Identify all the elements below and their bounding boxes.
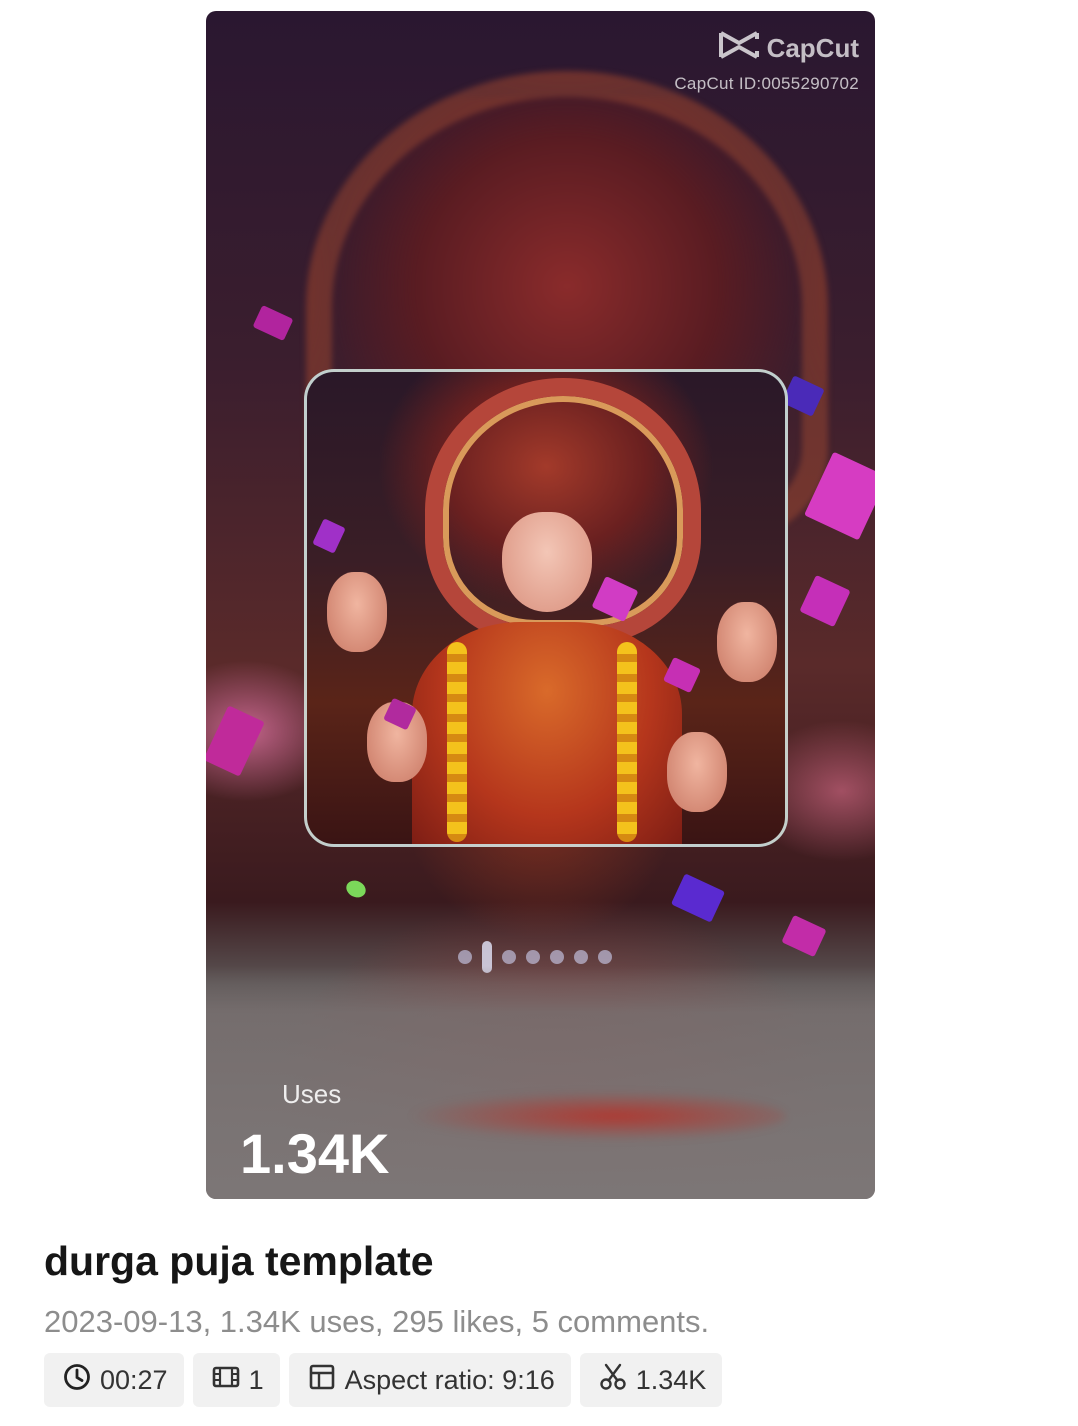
figure-face xyxy=(502,512,592,612)
uses-count: 1.34K xyxy=(240,1122,390,1185)
capcut-logo-icon xyxy=(717,29,761,68)
uses-label: Uses xyxy=(282,1079,342,1109)
page-dot[interactable] xyxy=(526,950,540,964)
watermark-id: CapCut ID:0055290702 xyxy=(674,74,859,93)
aspect-ratio-chip[interactable]: Aspect ratio: 9:16 xyxy=(288,1353,571,1407)
duration-value: 00:27 xyxy=(100,1364,168,1395)
confetti xyxy=(312,518,346,554)
template-info-chips: 00:27 1 Aspect ratio: 9:16 1.34K xyxy=(44,1353,723,1407)
page-dot[interactable] xyxy=(574,950,588,964)
page-dot[interactable] xyxy=(502,950,516,964)
figure-hand xyxy=(667,732,727,812)
page-dot[interactable] xyxy=(598,950,612,964)
figure-hand xyxy=(327,572,387,652)
floor-reflection xyxy=(406,1091,786,1141)
template-detail-page: CapCut CapCut ID:0055290702 Uses 1.34K d… xyxy=(0,0,1078,1426)
template-meta: 2023-09-13, 1.34K uses, 295 likes, 5 com… xyxy=(44,1304,710,1339)
film-icon xyxy=(211,1362,241,1399)
clips-chip[interactable]: 1 xyxy=(192,1353,280,1407)
garland xyxy=(447,642,467,842)
uses-chip[interactable]: 1.34K xyxy=(579,1353,723,1407)
layout-icon xyxy=(307,1362,337,1399)
page-dot[interactable] xyxy=(550,950,564,964)
framed-image xyxy=(304,369,788,847)
capcut-watermark: CapCut CapCut ID:0055290702 xyxy=(674,29,859,94)
watermark-brand: CapCut xyxy=(766,33,859,63)
clips-value: 1 xyxy=(248,1364,264,1395)
clock-icon xyxy=(62,1362,92,1399)
uses-chip-value: 1.34K xyxy=(635,1364,707,1395)
page-dot[interactable] xyxy=(458,950,472,964)
garland xyxy=(617,642,637,842)
confetti xyxy=(252,304,294,342)
scissors-icon xyxy=(598,1362,628,1399)
template-preview-video[interactable]: CapCut CapCut ID:0055290702 Uses 1.34K xyxy=(206,11,875,1199)
aspect-ratio-value: Aspect ratio: 9:16 xyxy=(344,1364,555,1395)
figure-hand xyxy=(717,602,777,682)
duration-chip[interactable]: 00:27 xyxy=(44,1353,184,1407)
template-title: durga puja template xyxy=(44,1238,434,1284)
